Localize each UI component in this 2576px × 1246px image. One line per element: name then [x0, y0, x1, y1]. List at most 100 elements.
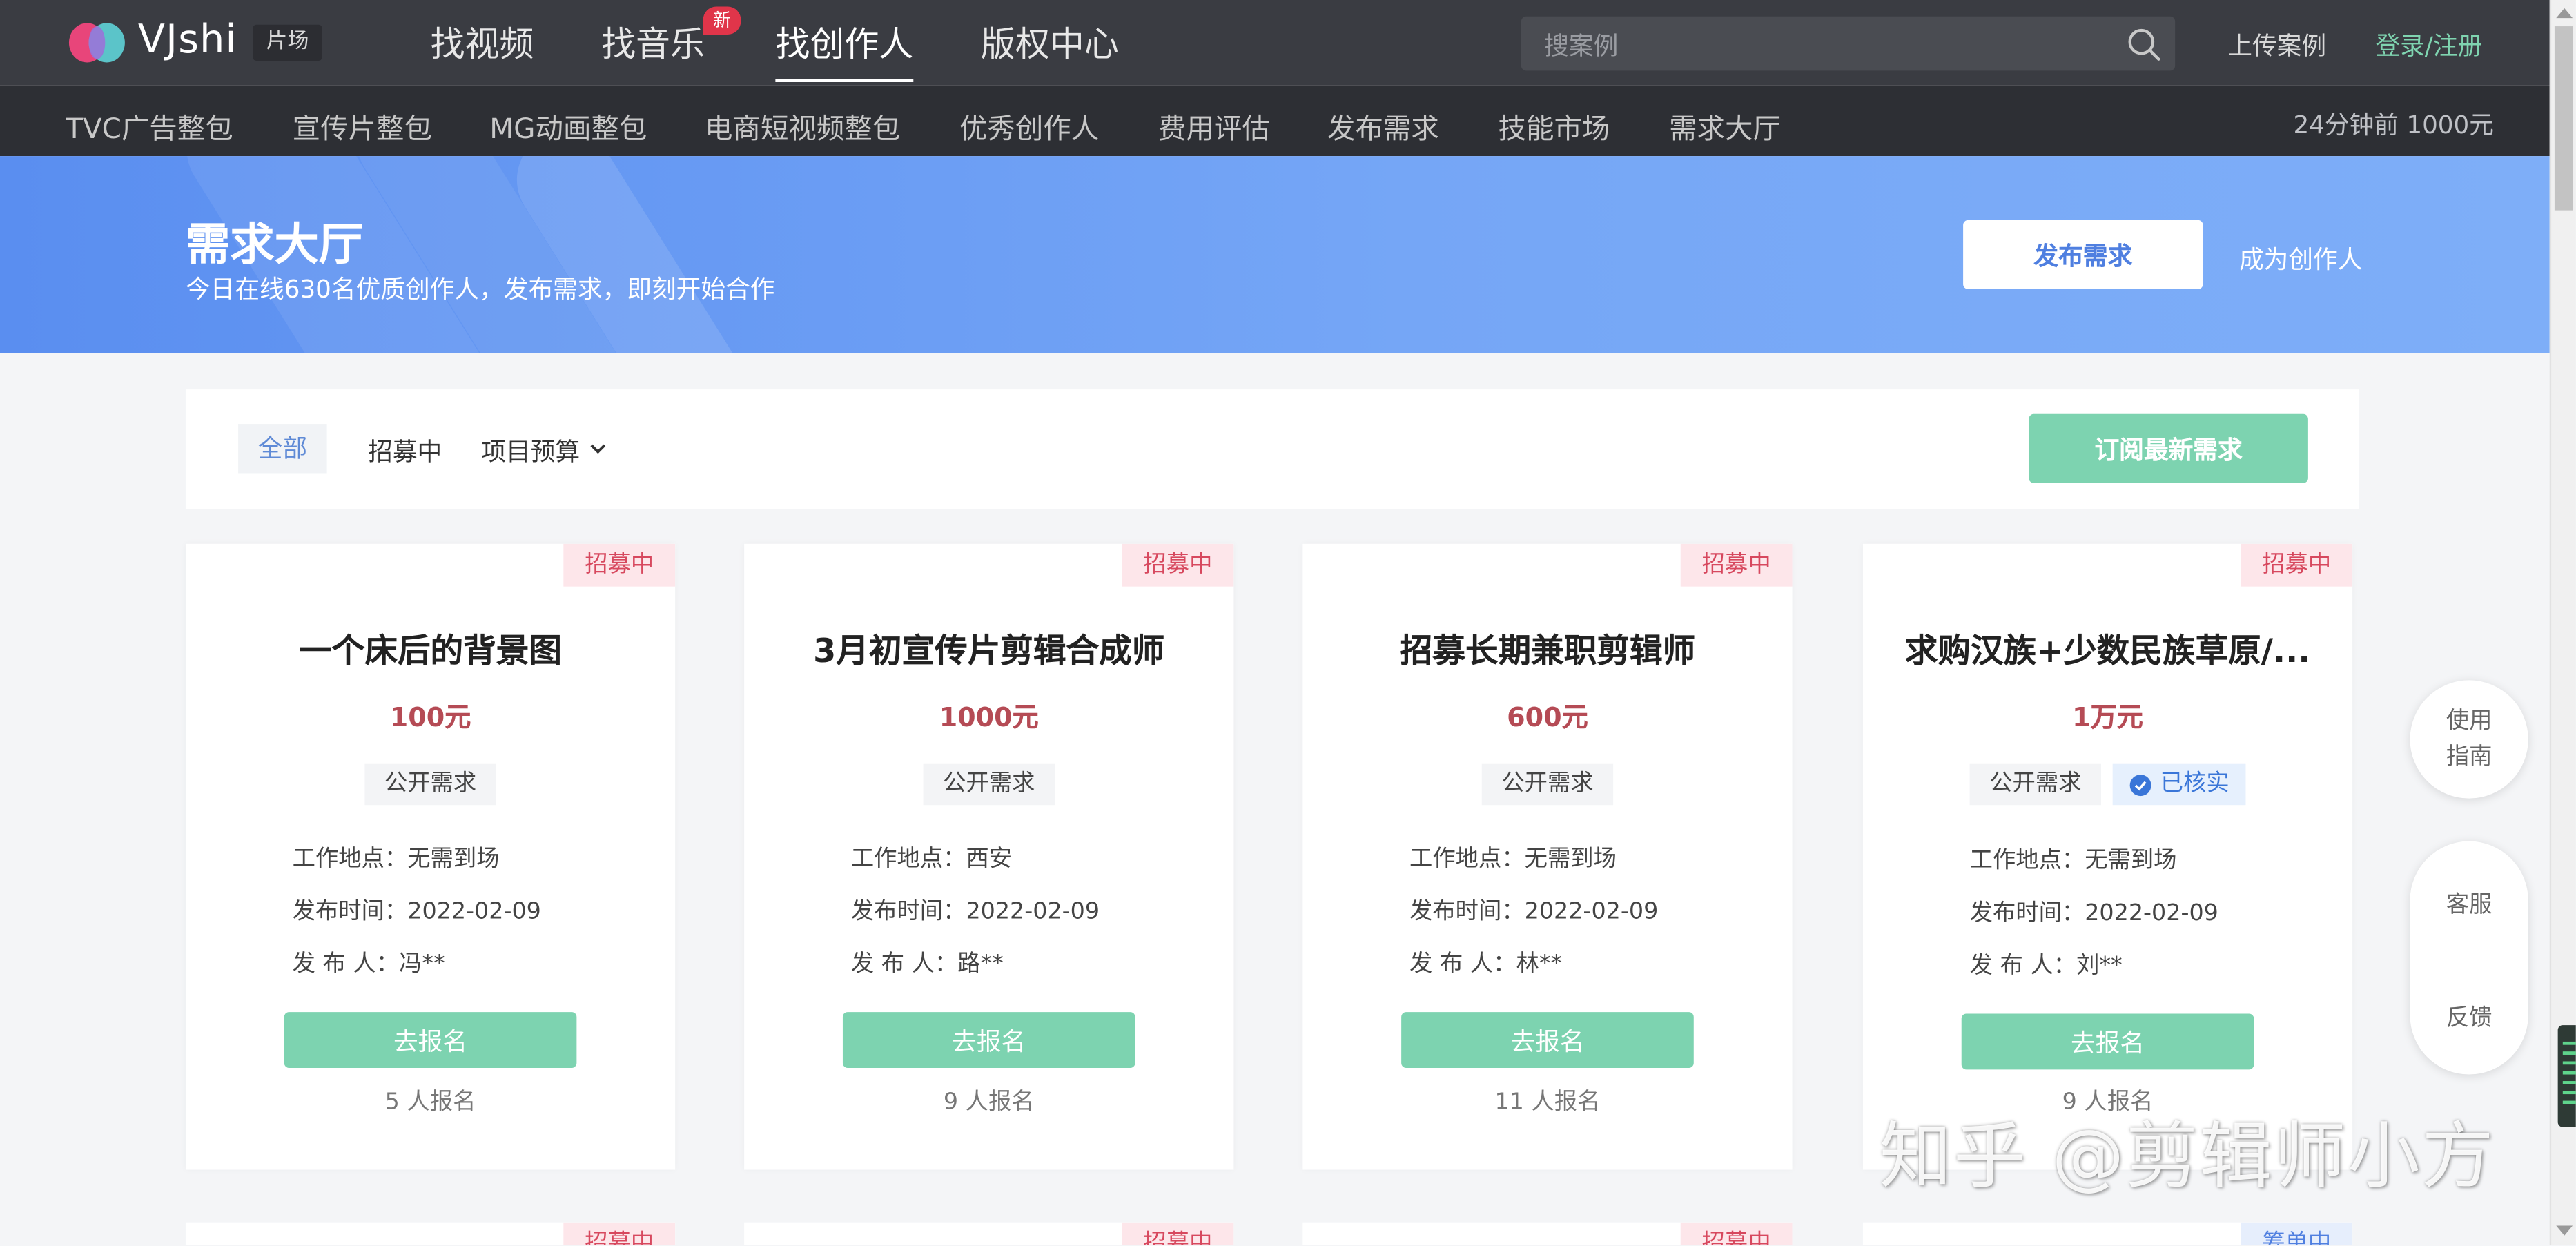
- card-location: 工作地点：无需到场: [1969, 848, 2177, 875]
- card-location: 工作地点：无需到场: [292, 846, 500, 873]
- subnav-ecommerce[interactable]: 电商短视频整包: [705, 105, 900, 146]
- card-date: 发布时间：2022-02-09: [850, 898, 1100, 925]
- brand-logo-icon[interactable]: [66, 21, 131, 64]
- card-tags: 公开需求: [186, 763, 675, 806]
- nav-find-video[interactable]: 找视频: [431, 18, 534, 67]
- signup-count: 11 人报名: [1494, 1089, 1601, 1116]
- new-badge: 新: [703, 6, 741, 35]
- verified-shield-icon: [2129, 773, 2151, 795]
- brand-tag: 片场: [253, 24, 322, 61]
- search-box: [1521, 16, 2176, 75]
- card-title[interactable]: 招募长期兼职剪辑师: [1332, 624, 1763, 672]
- user-guide-button[interactable]: 使用 指南: [2410, 680, 2528, 799]
- public-tag: 公开需求: [364, 763, 496, 806]
- signup-button[interactable]: 去报名: [284, 1012, 577, 1069]
- subscribe-button[interactable]: 订阅最新需求: [2029, 413, 2308, 483]
- become-creator-link[interactable]: 成为创作人: [2239, 242, 2363, 276]
- subnav-top-creators[interactable]: 优秀创作人: [959, 105, 1099, 146]
- subnav-cost[interactable]: 费用评估: [1158, 105, 1270, 146]
- nav-find-music[interactable]: 找音乐: [601, 18, 705, 67]
- demand-card[interactable]: 筹单中: [1862, 1222, 2353, 1246]
- sub-nav-bar: TVC广告整包 宣传片整包 MG动画整包 电商短视频整包 优秀创作人 费用评估 …: [0, 85, 2550, 157]
- demand-card[interactable]: 招募中 招募长期兼职剪辑师 600元 公开需求 工作地点：无需到场 发布时间：2…: [1302, 543, 1793, 1170]
- status-badge: 招募中: [1680, 1222, 1793, 1246]
- card-tags: 公开需求: [1302, 763, 1792, 806]
- filter-all[interactable]: 全部: [238, 424, 327, 474]
- demand-card[interactable]: 招募中: [1302, 1222, 1793, 1246]
- nav-active-underline: [775, 79, 914, 83]
- status-badge: 招募中: [1680, 543, 1793, 587]
- card-publisher: 发 布 人：冯**: [292, 951, 445, 978]
- demand-card[interactable]: 招募中 一个床后的背景图 100元 公开需求 工作地点：无需到场 发布时间：20…: [185, 543, 676, 1170]
- filter-bar: 全部 招募中 项目预算 订阅最新需求: [185, 389, 2359, 509]
- guide-label-line1: 使用: [2446, 708, 2492, 734]
- card-title[interactable]: 一个床后的背景图: [215, 624, 646, 672]
- status-badge: 招募中: [2241, 543, 2353, 587]
- subnav-promo[interactable]: 宣传片整包: [293, 105, 432, 146]
- top-nav-bar: VJshi 片场 找视频 找音乐 新 找创作人 版权中心 上传案例 登录/注册: [0, 0, 2550, 86]
- card-tags: 公开需求 已核实: [1863, 763, 2352, 806]
- signup-count: 9 人报名: [943, 1089, 1035, 1116]
- nav-find-creator[interactable]: 找创作人: [775, 18, 913, 67]
- scroll-up-arrow-icon[interactable]: [2556, 8, 2573, 19]
- demand-card[interactable]: 招募中 求购汉族+少数民族草原/... 1万元 公开需求 已核实 工作地点：无需…: [1862, 543, 2353, 1170]
- public-tag: 公开需求: [1969, 763, 2102, 806]
- page: VJshi 片场 找视频 找音乐 新 找创作人 版权中心 上传案例 登录/注册 …: [0, 0, 2576, 1246]
- status-badge: 招募中: [1122, 1222, 1234, 1246]
- public-tag: 公开需求: [1481, 763, 1614, 806]
- card-date: 发布时间：2022-02-09: [1409, 898, 1659, 925]
- signup-count: 5 人报名: [384, 1089, 476, 1116]
- search-input[interactable]: [1541, 16, 2107, 75]
- feedback-button[interactable]: 反馈: [2410, 1000, 2528, 1033]
- signup-button[interactable]: 去报名: [842, 1012, 1135, 1069]
- subnav-mg[interactable]: MG动画整包: [489, 105, 647, 146]
- scrollbar-thumb[interactable]: [2554, 26, 2573, 211]
- filter-recruiting[interactable]: 招募中: [368, 434, 442, 468]
- status-badge: 筹单中: [2241, 1222, 2353, 1246]
- demand-card[interactable]: 招募中 3月初宣传片剪辑合成师 1000元 公开需求 工作地点：西安 发布时间：…: [744, 543, 1234, 1170]
- system-tray-widget-icon: [2557, 1025, 2576, 1127]
- card-price: 1万元: [2072, 701, 2143, 733]
- card-date: 发布时间：2022-02-09: [292, 898, 541, 925]
- subnav-publish[interactable]: 发布需求: [1327, 105, 1439, 146]
- watermark: 知乎 @剪辑师小方: [1879, 1116, 2496, 1200]
- card-publisher: 发 布 人：路**: [850, 951, 1004, 978]
- subnav-demand-hall[interactable]: 需求大厅: [1669, 105, 1781, 146]
- brand-name[interactable]: VJshi: [138, 17, 237, 63]
- signup-button[interactable]: 去报名: [1401, 1012, 1694, 1069]
- card-title[interactable]: 3月初宣传片剪辑合成师: [774, 624, 1204, 672]
- page-title: 需求大厅: [185, 220, 363, 271]
- status-badge: 招募中: [563, 1222, 676, 1246]
- subnav-skills[interactable]: 技能市场: [1499, 105, 1610, 146]
- chevron-down-icon[interactable]: [588, 438, 608, 458]
- side-support-panel: 客服 反馈: [2410, 841, 2528, 1075]
- card-publisher: 发 布 人：刘**: [1969, 953, 2123, 980]
- subnav-tvc[interactable]: TVC广告整包: [66, 105, 233, 146]
- nav-copyright-center[interactable]: 版权中心: [981, 18, 1119, 67]
- verified-tag: 已核实: [2112, 763, 2246, 806]
- status-badge: 招募中: [563, 543, 676, 587]
- hero-banner: 需求大厅 今日在线630名优质创作人，发布需求，即刻开始合作 发布需求 成为创作…: [0, 156, 2550, 353]
- card-price: 600元: [1507, 701, 1588, 733]
- publish-demand-button[interactable]: 发布需求: [1963, 220, 2203, 289]
- latest-order-ticker: 24分钟前 1000元: [2293, 110, 2494, 140]
- scroll-down-arrow-icon[interactable]: [2556, 1225, 2573, 1236]
- card-location: 工作地点：西安: [850, 846, 1013, 873]
- signup-button[interactable]: 去报名: [1961, 1013, 2254, 1070]
- card-title[interactable]: 求购汉族+少数民族草原/...: [1893, 624, 2323, 672]
- demand-card[interactable]: 招募中: [185, 1222, 676, 1246]
- upload-case-link[interactable]: 上传案例: [2227, 28, 2326, 62]
- customer-service-button[interactable]: 客服: [2410, 887, 2528, 920]
- search-icon[interactable]: [2126, 26, 2162, 62]
- verified-label: 已核实: [2160, 770, 2229, 797]
- filter-budget-dropdown[interactable]: 项目预算: [481, 434, 580, 468]
- demand-card[interactable]: 招募中: [744, 1222, 1234, 1246]
- card-tags: 公开需求: [744, 763, 1233, 806]
- page-subtitle: 今日在线630名优质创作人，发布需求，即刻开始合作: [185, 274, 775, 304]
- card-publisher: 发 布 人：林**: [1409, 951, 1563, 978]
- card-date: 发布时间：2022-02-09: [1969, 900, 2218, 927]
- card-price: 1000元: [939, 701, 1039, 733]
- login-register-link[interactable]: 登录/注册: [2375, 28, 2482, 62]
- card-location: 工作地点：无需到场: [1409, 846, 1617, 873]
- guide-label-line2: 指南: [2446, 744, 2492, 771]
